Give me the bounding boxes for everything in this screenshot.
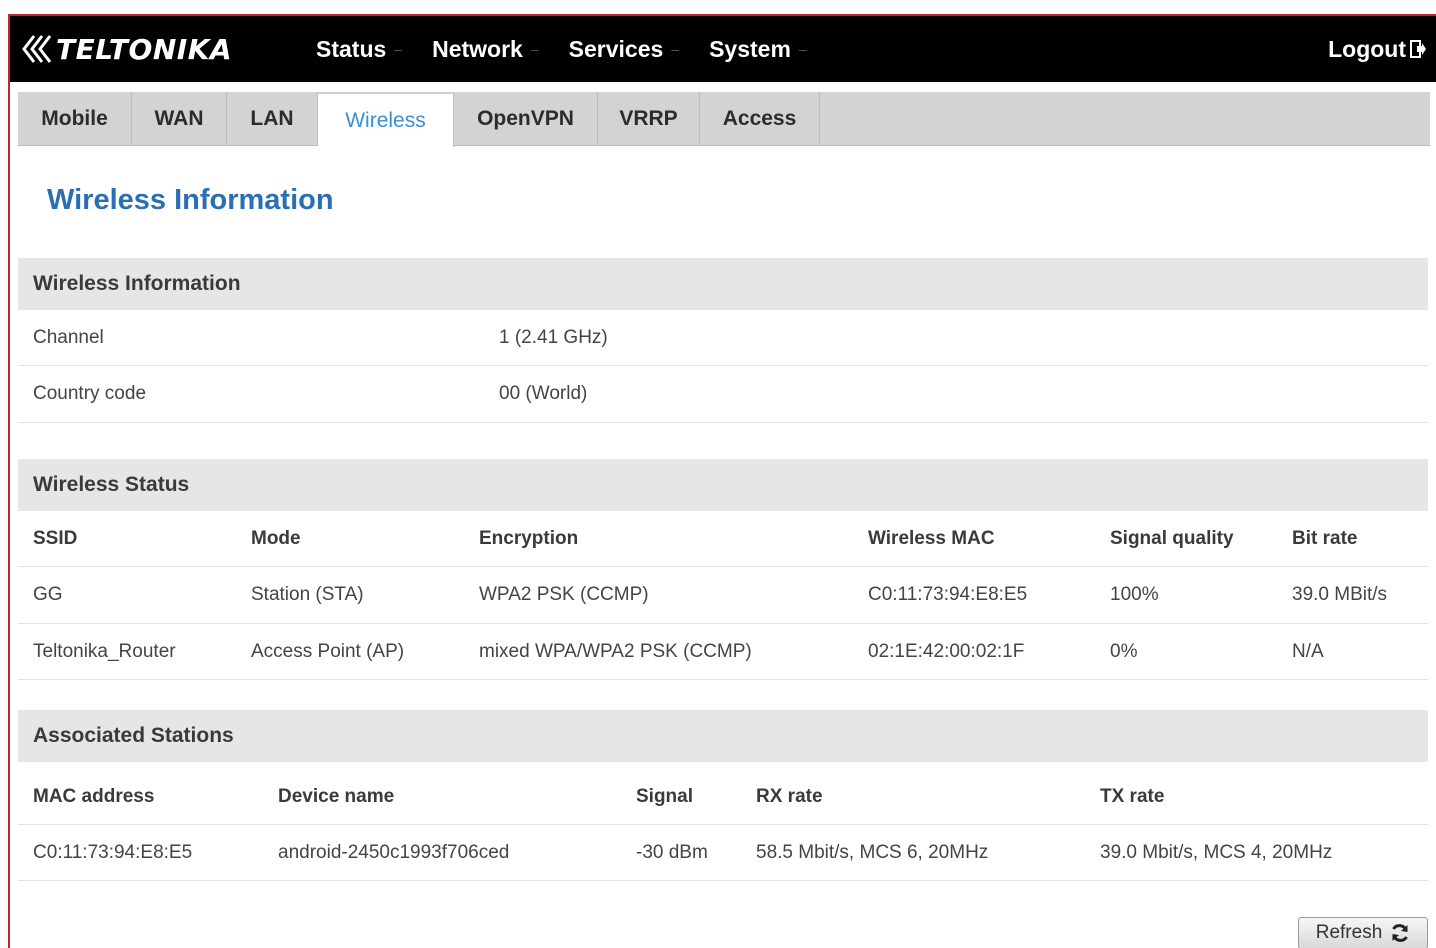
top-navigation-bar: TELTONIKA Status – Network – Services – …: [10, 16, 1436, 82]
network-tabs: Mobile WAN LAN Wireless OpenVPN VRRP Acc…: [18, 92, 1430, 147]
tab-lan[interactable]: LAN: [227, 92, 318, 145]
device-name-cell: android-2450c1993f706ced: [278, 841, 510, 863]
refresh-icon: [1392, 924, 1409, 942]
logo-wave-icon: [22, 35, 52, 63]
channel-value: 1 (2.41 GHz): [499, 326, 608, 348]
column-mode: Mode: [251, 527, 301, 549]
page-title: Wireless Information: [47, 184, 334, 216]
chevron-down-icon: –: [798, 41, 807, 57]
encryption-cell: WPA2 PSK (CCMP): [479, 584, 649, 605]
ssid-cell: Teltonika_Router: [33, 640, 176, 662]
channel-label: Channel: [33, 326, 104, 348]
menu-network[interactable]: Network –: [432, 36, 539, 63]
menu-services-label: Services: [568, 35, 664, 62]
column-signal-quality: Signal quality: [1110, 527, 1234, 549]
wireless-mac-cell: C0:11:73:94:E8:E5: [868, 584, 1028, 605]
column-tx-rate: TX rate: [1100, 785, 1165, 807]
chevron-down-icon: –: [394, 41, 403, 57]
refresh-label: Refresh: [1315, 922, 1383, 943]
column-encryption: Encryption: [479, 527, 579, 549]
logout-label: Logout: [1328, 35, 1406, 62]
menu-status[interactable]: Status –: [316, 36, 402, 63]
chevron-down-icon: –: [530, 41, 539, 57]
wireless-status-column-headers: SSID Mode Encryption Wireless MAC Signal…: [18, 511, 1428, 567]
country-code-value: 00 (World): [499, 383, 588, 404]
column-ssid: SSID: [33, 527, 78, 549]
country-code-row: Country code 00 (World): [18, 366, 1428, 423]
main-menu: Status – Network – Services – System –: [316, 36, 837, 63]
tx-rate-cell: 39.0 Mbit/s, MCS 4, 20MHz: [1100, 841, 1333, 863]
menu-status-label: Status: [316, 35, 387, 62]
menu-services[interactable]: Services –: [569, 36, 679, 63]
column-device-name: Device name: [278, 785, 395, 807]
column-mac-address: MAC address: [33, 785, 155, 807]
teltonika-logo[interactable]: TELTONIKA: [20, 32, 316, 66]
table-row: Teltonika_Router Access Point (AP) mixed…: [18, 624, 1428, 680]
wireless-mac-cell: 02:1E:42:00:02:1F: [868, 640, 1025, 662]
menu-system-label: System: [709, 35, 791, 62]
refresh-button[interactable]: Refresh: [1298, 917, 1428, 948]
tab-openvpn[interactable]: OpenVPN: [454, 92, 598, 145]
logout-icon: [1410, 40, 1426, 58]
logout-button[interactable]: Logout: [1328, 16, 1426, 82]
encryption-cell: mixed WPA/WPA2 PSK (CCMP): [479, 640, 752, 662]
tab-access[interactable]: Access: [700, 92, 820, 145]
tab-vrrp[interactable]: VRRP: [598, 92, 700, 145]
associated-stations-header: Associated Stations: [18, 710, 1428, 762]
ssid-cell: GG: [33, 584, 63, 605]
column-bit-rate: Bit rate: [1292, 527, 1358, 549]
mac-address-cell: C0:11:73:94:E8:E5: [33, 841, 193, 863]
wireless-status-header: Wireless Status: [18, 459, 1428, 511]
tab-wan[interactable]: WAN: [132, 92, 227, 145]
associated-stations-column-headers: MAC address Device name Signal RX rate T…: [18, 769, 1428, 825]
tab-wireless[interactable]: Wireless: [318, 92, 454, 147]
menu-system[interactable]: System –: [709, 36, 807, 63]
bit-rate-cell: 39.0 MBit/s: [1292, 584, 1388, 605]
table-row: GG Station (STA) WPA2 PSK (CCMP) C0:11:7…: [18, 567, 1428, 624]
table-row: C0:11:73:94:E8:E5 android-2450c1993f706c…: [18, 825, 1428, 881]
chevron-down-icon: –: [671, 41, 680, 57]
signal-quality-cell: 100%: [1110, 584, 1159, 605]
bit-rate-cell: N/A: [1292, 640, 1324, 662]
brand-name: TELTONIKA: [56, 32, 233, 66]
signal-quality-cell: 0%: [1110, 640, 1138, 662]
wireless-information-header: Wireless Information: [18, 258, 1428, 310]
rx-rate-cell: 58.5 Mbit/s, MCS 6, 20MHz: [756, 841, 989, 863]
tab-mobile[interactable]: Mobile: [18, 92, 132, 145]
column-wireless-mac: Wireless MAC: [868, 527, 995, 549]
country-code-label: Country code: [33, 383, 147, 404]
channel-row: Channel 1 (2.41 GHz): [18, 310, 1428, 366]
mode-cell: Access Point (AP): [251, 640, 405, 662]
column-signal: Signal: [636, 785, 694, 807]
signal-cell: -30 dBm: [636, 841, 708, 863]
mode-cell: Station (STA): [251, 584, 364, 605]
column-rx-rate: RX rate: [756, 785, 823, 807]
menu-network-label: Network: [432, 35, 523, 62]
window-frame-left: [8, 14, 10, 948]
